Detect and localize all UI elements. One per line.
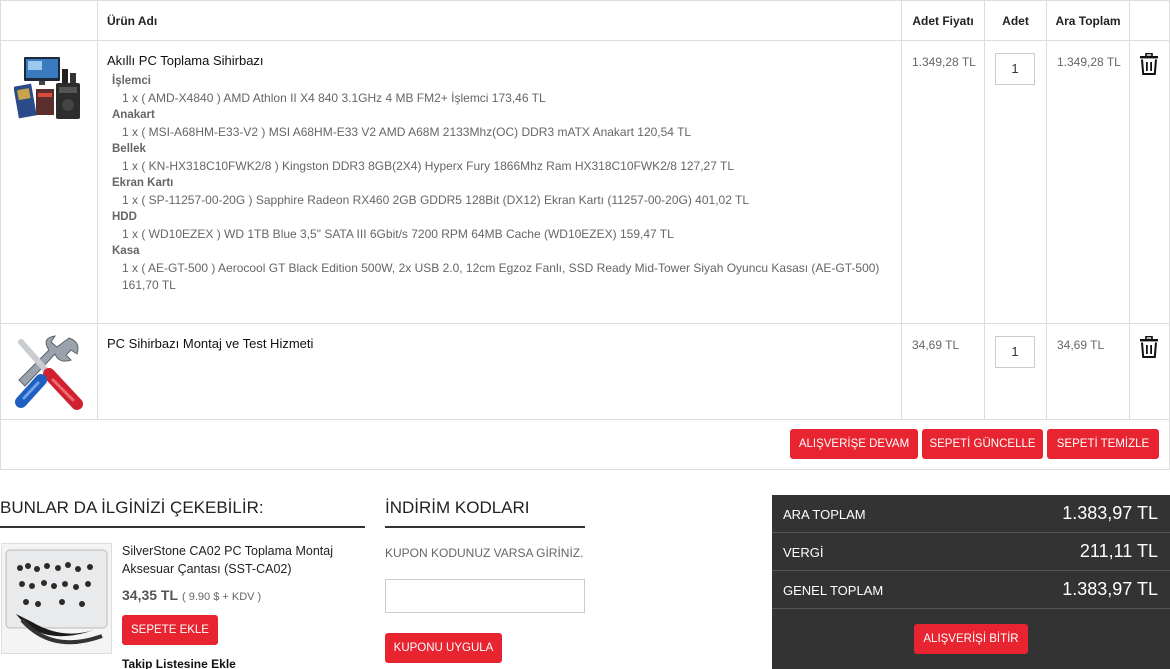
quantity-input[interactable]: 1 [995, 53, 1035, 85]
product-name[interactable]: PC Sihirbazı Montaj ve Test Hizmeti [107, 336, 901, 351]
subtotal-value: 1.383,97 TL [1062, 503, 1158, 523]
suggestions-divider [0, 526, 365, 528]
coupon-code-input[interactable] [385, 579, 585, 613]
cart-header-row: Ürün Adı Adet Fiyatı Adet Ara Toplam [1, 1, 1169, 41]
header-product-name: Ürün Adı [98, 1, 902, 40]
unit-price: 1.349,28 TL [912, 55, 976, 69]
component-category: HDD [112, 211, 137, 223]
update-cart-button[interactable]: SEPETİ GÜNCELLE [922, 429, 1043, 459]
cart-row-assembly-service: PC Sihirbazı Montaj ve Test Hizmeti 34,6… [1, 324, 1169, 420]
suggestion-price-value: 34,35 TL [122, 587, 179, 603]
component-line: 1 x ( WD10EZEX ) WD 1TB Blue 3,5" SATA I… [122, 227, 674, 241]
component-list: İşlemci 1 x ( AMD-X4840 ) AMD Athlon II … [107, 73, 901, 294]
header-image-cell [1, 1, 98, 40]
product-details: PC Sihirbazı Montaj ve Test Hizmeti [98, 324, 902, 419]
component-category: Ekran Kartı [112, 177, 174, 189]
component-line: 1 x ( AMD-X4840 ) AMD Athlon II X4 840 3… [122, 91, 546, 105]
coupon-hint: KUPON KODUNUZ VARSA GİRİNİZ. [385, 546, 584, 560]
add-to-watchlist-link[interactable]: Takip Listesine Ekle [122, 657, 236, 669]
header-subtotal: Ara Toplam [1047, 1, 1130, 40]
component-category: Kasa [112, 245, 140, 257]
unit-price-cell: 1.349,28 TL [902, 41, 985, 323]
suggestion-price: 34,35 TL( 9.90 $ + KDV ) [122, 587, 261, 603]
quantity-cell: 1 [985, 41, 1047, 323]
component-line: 1 x ( KN-HX318C10FWK2/8 ) Kingston DDR3 … [122, 159, 735, 173]
accessory-case-thumbnail [5, 549, 108, 645]
checkout-button[interactable]: ALIŞVERİŞİ BİTİR [914, 624, 1028, 654]
clear-cart-button[interactable]: SEPETİ TEMİZLE [1047, 429, 1159, 459]
component-line: 1 x ( MSI-A68HM-E33-V2 ) MSI A68HM-E33 V… [122, 125, 692, 139]
delete-cell [1130, 41, 1169, 323]
component-category: Anakart [112, 109, 155, 121]
cart-actions: ALIŞVERİŞE DEVAM SEPETİ GÜNCELLE SEPETİ … [1, 420, 1169, 469]
product-name[interactable]: Akıllı PC Toplama Sihirbazı [107, 53, 901, 68]
header-unit-price: Adet Fiyatı [902, 1, 985, 40]
suggestion-product-name[interactable]: SilverStone CA02 PC Toplama Montaj Akses… [122, 542, 352, 578]
product-image-cell [1, 41, 98, 323]
delete-cell [1130, 324, 1169, 419]
grand-total-label: GENEL TOPLAM [783, 583, 884, 598]
component-category: İşlemci [112, 75, 151, 87]
coupon-title: İNDİRİM KODLARI [385, 498, 530, 517]
header-quantity: Adet [985, 1, 1047, 40]
suggestions-title: BUNLAR DA İLGİNİZİ ÇEKEBİLİR: [0, 498, 264, 517]
cart-row-pc-wizard: Akıllı PC Toplama Sihirbazı İşlemci 1 x … [1, 41, 1169, 324]
line-subtotal: 34,69 TL [1057, 338, 1105, 352]
coupon-divider [385, 526, 585, 528]
suggestion-image[interactable] [1, 543, 112, 654]
product-image-cell [1, 324, 98, 419]
totals-row-tax: VERGİ 211,11 TL [772, 533, 1170, 571]
tax-label: VERGİ [783, 545, 824, 560]
continue-shopping-button[interactable]: ALIŞVERİŞE DEVAM [790, 429, 918, 459]
totals-row-subtotal: ARA TOPLAM 1.383,97 TL [772, 495, 1170, 533]
unit-price-cell: 34,69 TL [902, 324, 985, 419]
grand-total-value: 1.383,97 TL [1062, 579, 1158, 599]
quantity-input[interactable]: 1 [995, 336, 1035, 368]
subtotal-cell: 34,69 TL [1047, 324, 1130, 419]
line-subtotal: 1.349,28 TL [1057, 55, 1121, 69]
unit-price: 34,69 TL [912, 338, 960, 352]
suggestion-price-note: ( 9.90 $ + KDV ) [182, 591, 262, 603]
apply-coupon-button[interactable]: KUPONU UYGULA [385, 633, 502, 663]
tax-value: 211,11 TL [1079, 541, 1158, 561]
component-line: 1 x ( AE-GT-500 ) Aerocool GT Black Edit… [122, 261, 880, 292]
subtotal-label: ARA TOPLAM [783, 507, 866, 522]
totals-row-grand: GENEL TOPLAM 1.383,97 TL [772, 571, 1170, 609]
component-line: 1 x ( SP-11257-00-20G ) Sapphire Radeon … [122, 193, 749, 207]
quantity-cell: 1 [985, 324, 1047, 419]
trash-icon[interactable] [1139, 53, 1159, 75]
header-delete-cell [1130, 1, 1169, 40]
trash-icon[interactable] [1139, 336, 1159, 358]
component-category: Bellek [112, 143, 146, 155]
add-to-cart-button[interactable]: SEPETE EKLE [122, 615, 218, 645]
pc-bundle-thumbnail[interactable] [14, 55, 84, 125]
tools-thumbnail[interactable] [11, 334, 85, 410]
subtotal-cell: 1.349,28 TL [1047, 41, 1130, 323]
product-details: Akıllı PC Toplama Sihirbazı İşlemci 1 x … [98, 41, 902, 323]
order-totals-panel: ARA TOPLAM 1.383,97 TL VERGİ 211,11 TL G… [772, 495, 1170, 669]
cart-table: Ürün Adı Adet Fiyatı Adet Ara Toplam Akı… [0, 0, 1170, 470]
